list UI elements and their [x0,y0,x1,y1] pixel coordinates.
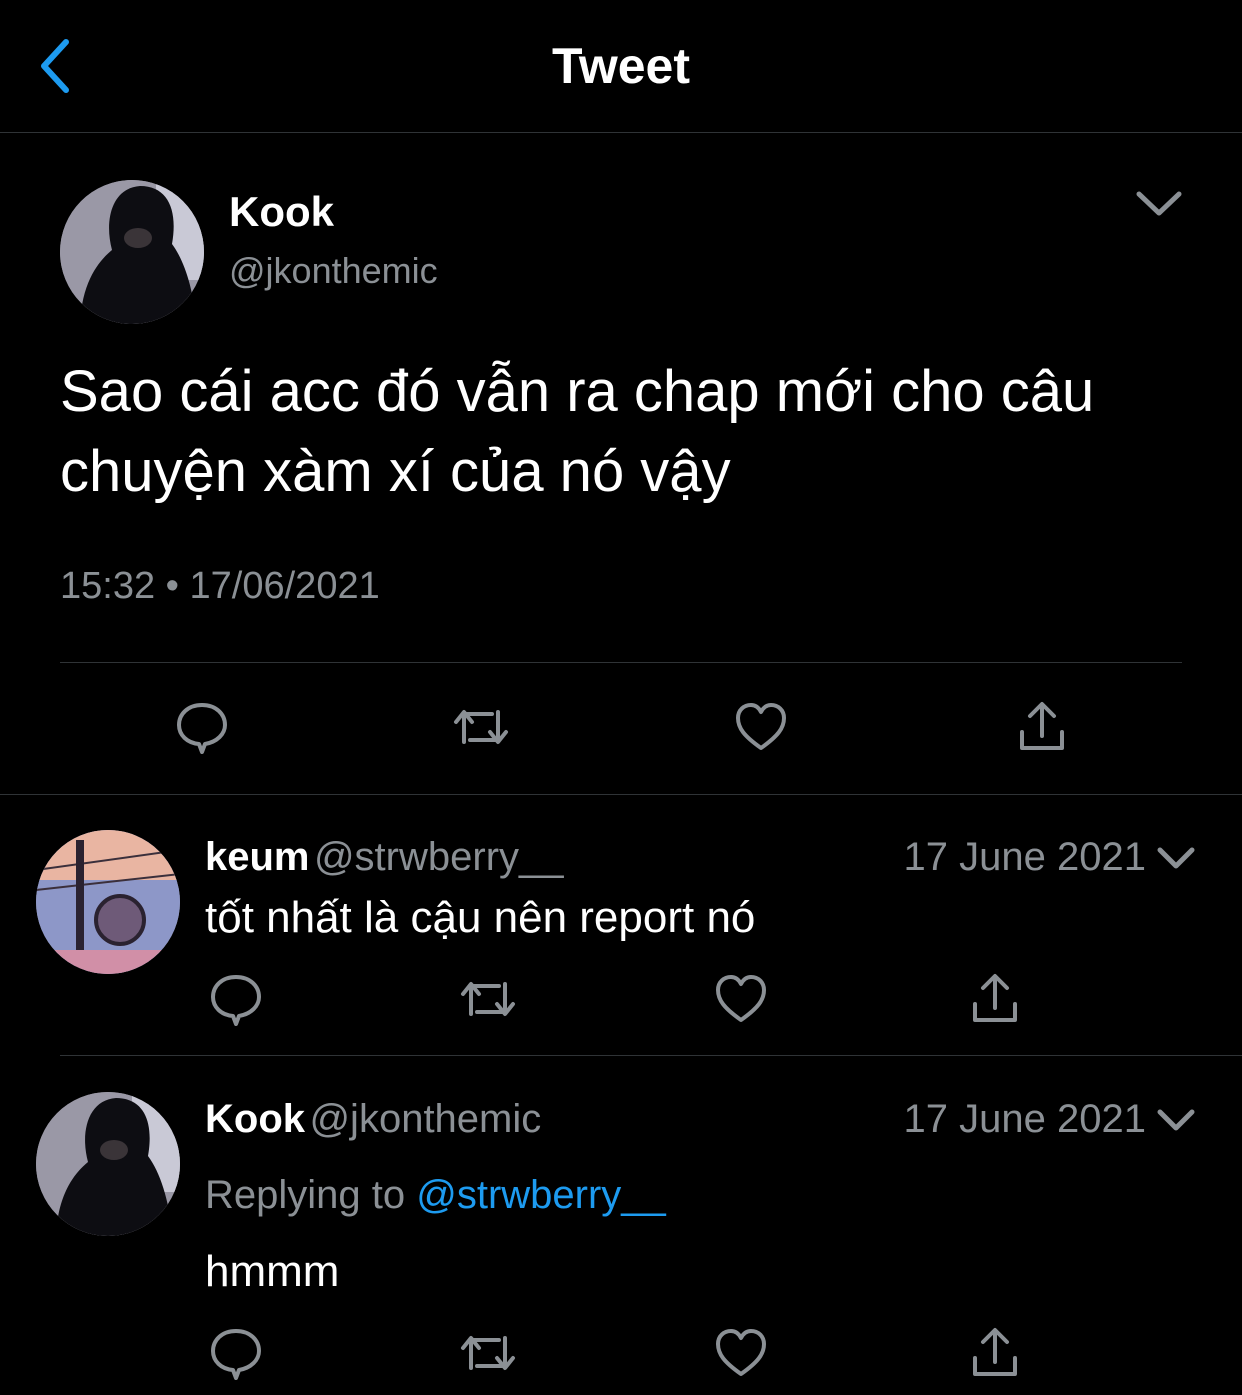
avatar[interactable] [36,830,180,974]
reply-icon[interactable] [175,700,229,754]
retweet-icon[interactable] [459,1328,517,1378]
divider [60,662,1182,663]
tweet-timestamp: 15:32 • 17/06/2021 [60,560,380,612]
chevron-down-icon[interactable] [1156,1106,1196,1139]
reply-author-handle[interactable]: @jkonthemic [309,1097,541,1141]
retweet-icon[interactable] [459,974,517,1024]
reply-text: hmmm [205,1247,340,1296]
avatar[interactable] [60,180,204,324]
tweet-time: 15:32 [60,565,156,607]
reply-date: 17 June 2021 [903,835,1146,879]
reply-icon[interactable] [209,1326,263,1380]
retweet-icon[interactable] [452,702,510,752]
replying-to-label: Replying to [205,1173,406,1217]
chevron-down-icon[interactable] [1134,186,1184,225]
author-name[interactable]: Kook [229,186,334,238]
reply-author-name[interactable]: Kook [205,1097,305,1141]
tweet-text: Sao cái acc đó vẫn ra chap mới cho câu c… [60,359,1095,504]
reply-icon[interactable] [209,972,263,1026]
divider [0,794,1242,795]
share-icon[interactable] [969,972,1021,1026]
like-icon[interactable] [714,1328,768,1378]
reply-author-handle[interactable]: @strwberry__ [314,835,564,879]
reply-header: keum @strwberry__ [205,832,564,882]
divider [60,1055,1242,1056]
chevron-down-icon[interactable] [1156,844,1196,877]
replying-to-mention[interactable]: @strwberry__ [416,1173,666,1217]
share-icon[interactable] [1016,700,1068,754]
author-handle[interactable]: @jkonthemic [229,248,438,294]
share-icon[interactable] [969,1326,1021,1380]
reply-author-name[interactable]: keum [205,835,310,879]
replying-to: Replying to @strwberry__ [205,1170,666,1220]
reply-date: 17 June 2021 [903,1097,1146,1141]
like-icon[interactable] [714,974,768,1024]
reply-header: Kook @jkonthemic [205,1094,541,1144]
tweet-date: 17/06/2021 [189,565,380,607]
like-icon[interactable] [734,702,788,752]
avatar[interactable] [36,1092,180,1236]
top-bar: Tweet [0,0,1242,133]
reply-text: tốt nhất là cậu nên report nó [205,893,756,942]
page-title: Tweet [552,38,690,94]
timestamp-separator: • [165,565,179,607]
